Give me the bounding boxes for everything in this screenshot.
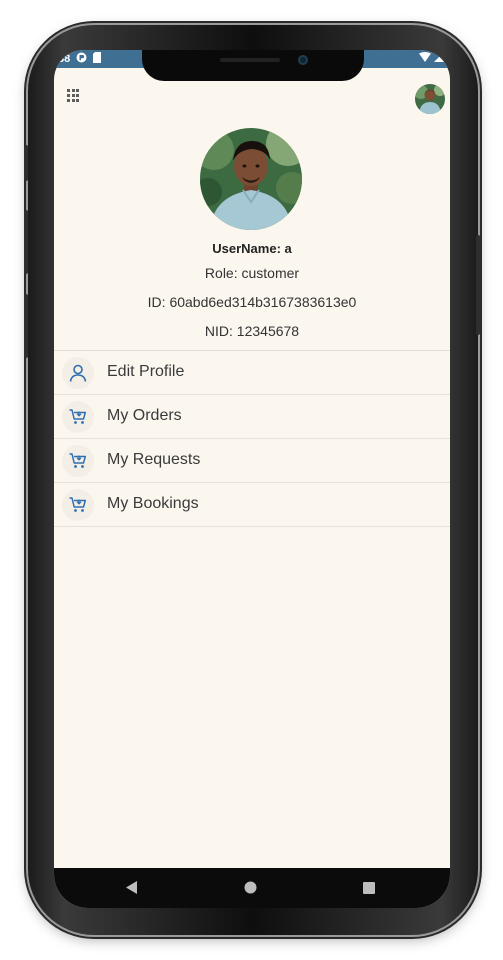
status-left: 38: [58, 52, 102, 66]
screen: 38 UserName: a Role: customer ID: 60abd6…: [54, 50, 450, 908]
recents-icon[interactable]: [363, 881, 375, 899]
nid-label: NID: 12345678: [204, 323, 300, 339]
wifi-icon: [419, 52, 431, 65]
menu-item-my-orders[interactable]: My Orders: [54, 395, 450, 439]
battery-icon: [434, 52, 444, 65]
cart-icon: [62, 489, 94, 521]
person-icon: [62, 357, 94, 389]
menu-item-edit-profile[interactable]: Edit Profile: [54, 351, 450, 395]
username-label: UserName: a: [212, 241, 292, 256]
front-camera: [298, 55, 308, 65]
power-button: [476, 235, 480, 335]
menu-label-my-requests: My Requests: [107, 451, 201, 468]
app-notification-icon: [76, 52, 87, 66]
menu-label-my-bookings: My Bookings: [107, 495, 199, 512]
home-icon[interactable]: [244, 881, 257, 899]
user-avatar[interactable]: [415, 84, 445, 114]
grid-icon[interactable]: [67, 89, 81, 103]
back-icon[interactable]: [126, 881, 138, 899]
menu-item-my-requests[interactable]: My Requests: [54, 439, 450, 483]
profile-menu: Edit Profile My Orders My Requests My Bo…: [54, 351, 450, 527]
navigation-bar: [54, 868, 450, 908]
menu-label-edit-profile: Edit Profile: [107, 363, 185, 380]
user-id-label: ID: 60abd6ed314b3167383613e0: [147, 294, 357, 310]
profile-photo: [200, 128, 302, 230]
menu-label-my-orders: My Orders: [107, 407, 182, 424]
sim-icon: [93, 52, 102, 66]
menu-item-my-bookings[interactable]: My Bookings: [54, 483, 450, 527]
camera-notch: [142, 50, 364, 81]
status-right: [419, 52, 444, 65]
speaker-grille: [220, 58, 280, 62]
cart-icon: [62, 401, 94, 433]
status-time: 38: [58, 53, 71, 65]
role-label: Role: customer: [204, 265, 300, 281]
cart-icon: [62, 445, 94, 477]
volume-up-button: [24, 210, 28, 274]
mute-switch: [24, 145, 28, 181]
volume-down-button: [24, 294, 28, 358]
